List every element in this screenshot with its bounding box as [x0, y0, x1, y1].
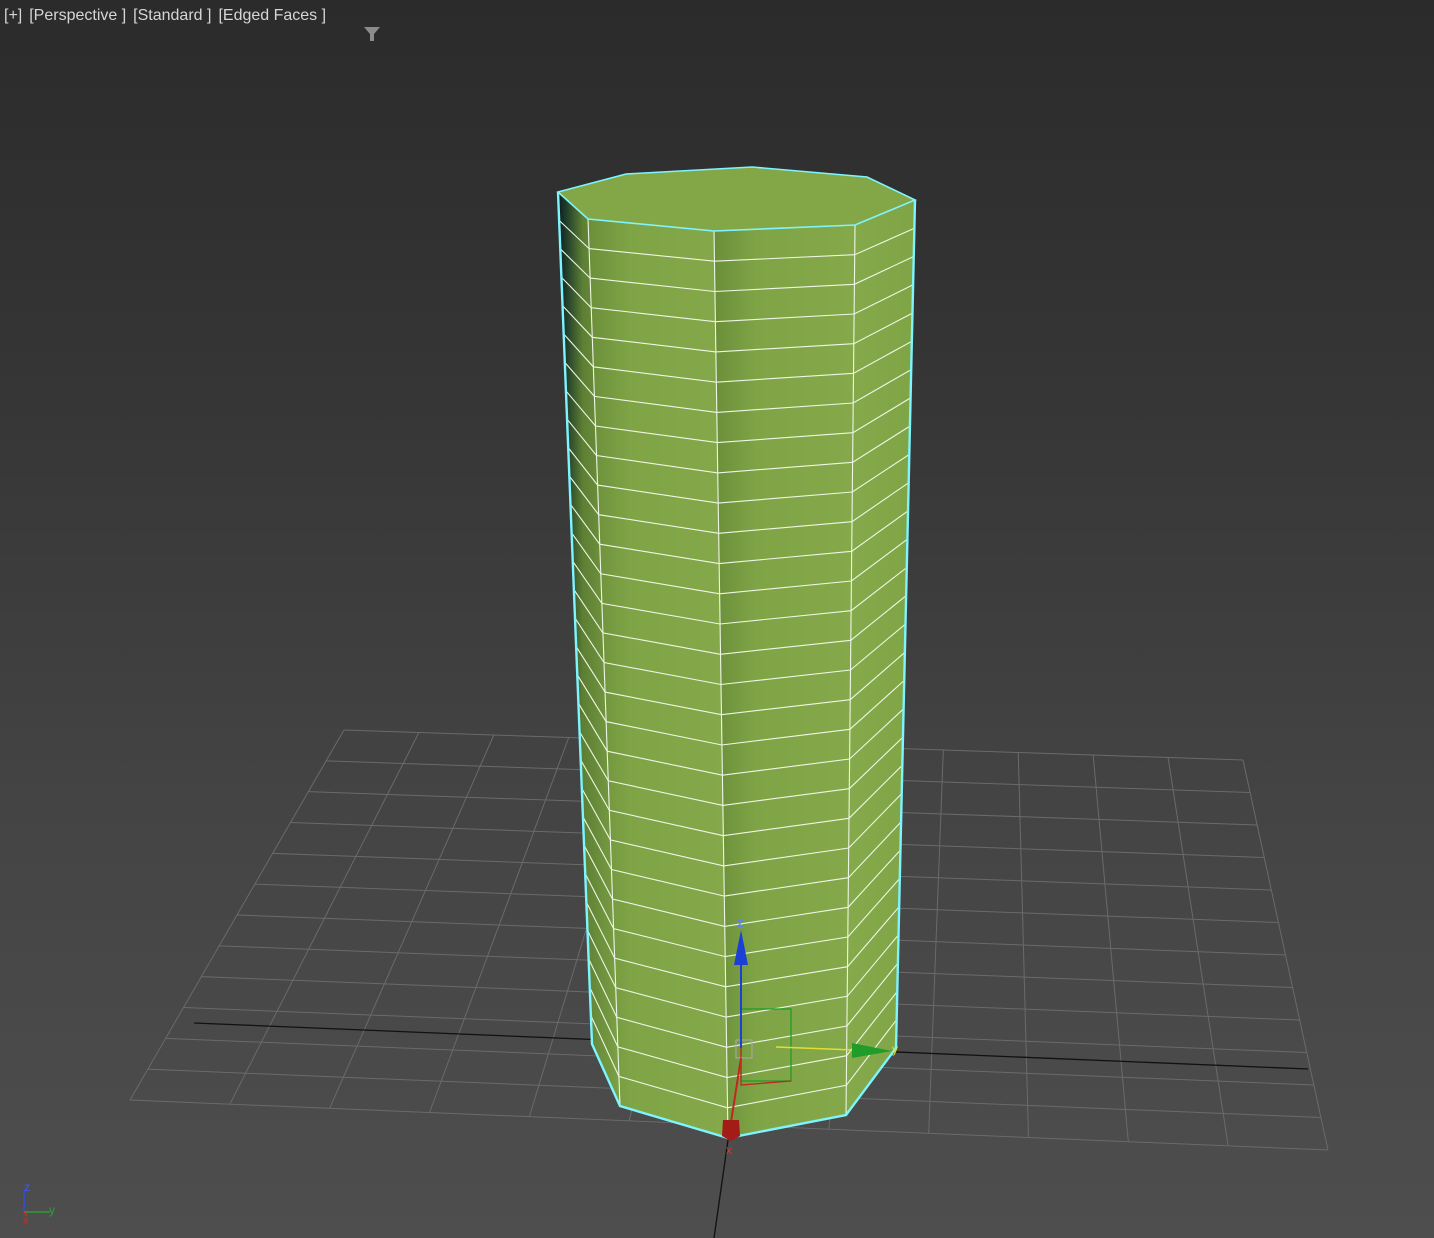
point-of-view-menu[interactable]: [Perspective ]: [29, 7, 126, 25]
general-viewport-menu[interactable]: [+]: [4, 7, 22, 25]
selected-prism-object[interactable]: [556, 166, 917, 1140]
prism-faces[interactable]: [558, 192, 915, 1138]
tripod-x-label: x: [23, 1215, 29, 1226]
gizmo-y-label: y: [892, 1042, 898, 1056]
prism-side-face: [714, 225, 855, 1138]
tripod-z-label: z: [24, 1180, 30, 1194]
tripod-y-label: y: [49, 1203, 55, 1217]
gizmo-z-label: z: [737, 915, 744, 930]
viewport-label-menu: [+] [Perspective ] [Standard ] [Edged Fa…: [4, 6, 380, 41]
perspective-viewport[interactable]: z y x [+] [Perspective ] [Standard ] [Ed…: [0, 0, 1434, 1238]
shading-viewport-menu[interactable]: [Standard ]: [133, 7, 211, 25]
display-mode-menu[interactable]: [Edged Faces ]: [218, 7, 326, 25]
gizmo-x-label: x: [726, 1143, 732, 1157]
prism-top-cap[interactable]: [556, 166, 917, 232]
world-axis-tripod: z y x: [23, 1180, 55, 1226]
filter-icon[interactable]: [336, 7, 380, 41]
scene-canvas[interactable]: z y x: [0, 0, 1434, 1238]
